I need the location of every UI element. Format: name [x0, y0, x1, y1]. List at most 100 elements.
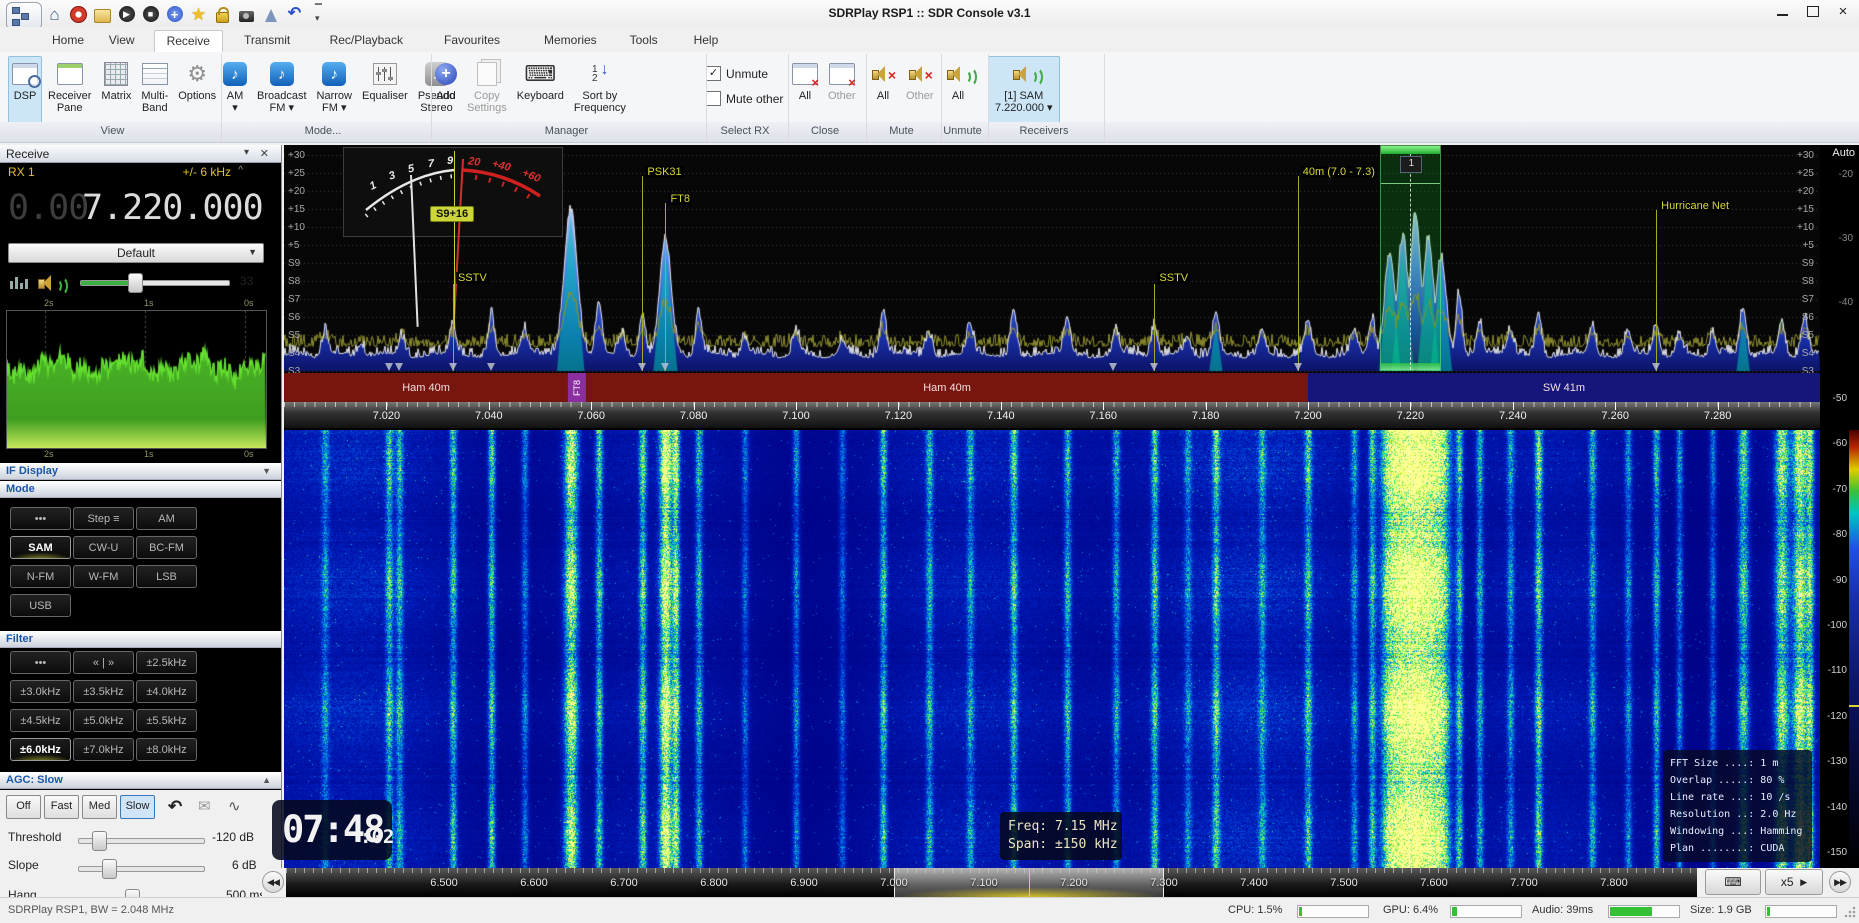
- filter-button-3-5khz[interactable]: ±3.5kHz: [73, 680, 134, 703]
- tab-favourites[interactable]: Favourites: [432, 30, 512, 52]
- filter-button-5-5khz[interactable]: ±5.5kHz: [136, 709, 197, 732]
- ribbon-item-equaliser[interactable]: Equaliser: [358, 56, 412, 126]
- spot-marker-label-ft8[interactable]: FT8: [668, 193, 692, 205]
- envelope-icon[interactable]: ✉: [198, 797, 211, 815]
- tab-memories[interactable]: Memories: [532, 30, 609, 52]
- ribbon-item-receiver-pane[interactable]: Receiver Pane: [44, 56, 95, 126]
- ribbon-item-1-sam[interactable]: [1] SAM7.220.000 ▾: [988, 56, 1060, 126]
- ribbon-item-dsp[interactable]: DSP: [8, 56, 42, 126]
- ribbon-item-copy-settings[interactable]: Copy Settings: [463, 56, 511, 126]
- ribbon-item-am[interactable]: ♪AM ▾: [219, 56, 251, 126]
- volume-slider-thumb[interactable]: [128, 273, 143, 293]
- filter-button-4-5khz[interactable]: ±4.5kHz: [10, 709, 71, 732]
- spot-marker-label-hurricane-net[interactable]: Hurricane Net: [1659, 200, 1731, 212]
- tab-tools[interactable]: Tools: [618, 30, 670, 52]
- panel-close-icon[interactable]: ✕: [260, 147, 269, 160]
- volume-slider[interactable]: [80, 280, 230, 286]
- close-button[interactable]: ×: [1828, 0, 1858, 22]
- filter-button-2-5khz[interactable]: ±2.5kHz: [136, 651, 197, 674]
- maximize-button[interactable]: [1798, 0, 1828, 22]
- undo-agc-icon[interactable]: ↶: [168, 797, 182, 817]
- ribbon-item-narrow-fm[interactable]: ♪Narrow FM ▾: [313, 56, 356, 126]
- ribbon-item-keyboard[interactable]: ⌨Keyboard: [513, 56, 568, 126]
- section-mode[interactable]: Mode: [0, 481, 281, 498]
- filter-button-7-0khz[interactable]: ±7.0kHz: [73, 738, 134, 761]
- mode-button-bc-fm[interactable]: BC-FM: [136, 536, 197, 559]
- filter-button-6-0khz[interactable]: ±6.0kHz: [10, 738, 71, 761]
- band-segment-ft8[interactable]: FT8: [568, 373, 586, 402]
- mode-button-am[interactable]: AM: [136, 507, 197, 530]
- ribbon-item-all[interactable]: ×All: [788, 56, 822, 126]
- rx-selection-box[interactable]: [1380, 145, 1441, 371]
- ribbon-item-other[interactable]: ×Other: [902, 56, 938, 126]
- section-filter[interactable]: Filter: [0, 631, 281, 648]
- band-segment-ham-40m[interactable]: Ham 40m: [586, 373, 1308, 402]
- spot-marker-label-40m-7-0-7-3[interactable]: 40m (7.0 - 7.3): [1301, 166, 1377, 178]
- checkbox-unmute[interactable]: ✓Unmute: [706, 66, 768, 81]
- tab-help[interactable]: Help: [682, 30, 731, 52]
- agc-button-slow[interactable]: Slow: [120, 795, 155, 819]
- mode-button-lsb[interactable]: LSB: [136, 565, 197, 588]
- waterfall-palette-colorbar[interactable]: [1849, 430, 1859, 868]
- agc-button-med[interactable]: Med: [82, 795, 117, 819]
- nav-zoom-button[interactable]: x5 ▶: [1765, 869, 1823, 895]
- section-if-display[interactable]: IF Display▼: [0, 463, 281, 480]
- ribbon-item-sort-by-frequency[interactable]: 1 2Sort by Frequency: [570, 56, 630, 126]
- checkbox-mute-other[interactable]: Mute other: [706, 91, 783, 106]
- mode-button-sam[interactable]: SAM: [10, 536, 71, 559]
- filter-button-3-0khz[interactable]: ±3.0kHz: [10, 680, 71, 703]
- panel-scroll-up-icon[interactable]: ^: [238, 165, 243, 176]
- mode-button-n-fm[interactable]: N-FM: [10, 565, 71, 588]
- ribbon-item-all[interactable]: ×All: [866, 56, 900, 126]
- spot-marker-label-psk31[interactable]: PSK31: [645, 166, 683, 178]
- auto-range-label[interactable]: Auto: [1832, 147, 1855, 159]
- filter-button-4-0khz[interactable]: ±4.0kHz: [136, 680, 197, 703]
- spectrum-frequency-scale[interactable]: 7.0207.0407.0607.0807.1007.1207.1407.160…: [284, 402, 1820, 428]
- slope-slider[interactable]: [78, 866, 205, 872]
- mode-button-cw-u[interactable]: CW-U: [73, 536, 134, 559]
- ribbon-item-broadcast-fm[interactable]: ♪Broadcast FM ▾: [253, 56, 311, 126]
- minimize-button[interactable]: [1767, 0, 1797, 22]
- speaker-icon[interactable]: [36, 272, 62, 294]
- tab-view[interactable]: View: [97, 30, 147, 52]
- mode-button-w-fm[interactable]: W-FM: [73, 565, 134, 588]
- equalizer-bars-icon[interactable]: [10, 275, 28, 289]
- frequency-display[interactable]: 0.00 7.220.000: [0, 182, 281, 240]
- resize-grip[interactable]: [1844, 906, 1856, 918]
- filter-button-5-0khz[interactable]: ±5.0kHz: [73, 709, 134, 732]
- filter-button-[interactable]: •••: [10, 651, 71, 674]
- band-segment-sw-41m[interactable]: SW 41m: [1308, 373, 1820, 402]
- ribbon-item-add[interactable]: +Add: [431, 56, 461, 126]
- ribbon-item-multi-band[interactable]: Multi-Band: [137, 56, 172, 126]
- checked-checkbox-icon[interactable]: ✓: [706, 66, 721, 81]
- tab-home[interactable]: Home: [40, 30, 96, 52]
- agc-button-off[interactable]: Off: [6, 795, 41, 819]
- filter-button-8-0khz[interactable]: ±8.0kHz: [136, 738, 197, 761]
- threshold-thumb[interactable]: [92, 831, 107, 851]
- ribbon-item-all[interactable]: All: [941, 56, 975, 126]
- tab-receive[interactable]: Receive: [154, 30, 223, 52]
- ribbon-item-options[interactable]: ⚙Options: [174, 56, 220, 126]
- band-segment-ham-40m[interactable]: Ham 40m: [284, 373, 568, 402]
- tab-transmit[interactable]: Transmit: [232, 30, 302, 52]
- nav-keyboard-button[interactable]: ⌨: [1705, 869, 1761, 895]
- slope-thumb[interactable]: [102, 859, 117, 879]
- spot-marker-label-sstv[interactable]: SSTV: [456, 272, 489, 284]
- mode-button-[interactable]: •••: [10, 507, 71, 530]
- unchecked-checkbox-icon[interactable]: [706, 91, 721, 106]
- tab-rec-playback[interactable]: Rec/Playback: [318, 30, 415, 52]
- agc-button-fast[interactable]: Fast: [44, 795, 79, 819]
- mode-button-step[interactable]: Step ≡: [73, 507, 134, 530]
- navigator-scale[interactable]: 6.5006.6006.7006.8006.9007.0007.1007.200…: [286, 868, 1697, 897]
- mode-button-usb[interactable]: USB: [10, 594, 71, 617]
- ribbon-item-matrix[interactable]: Matrix: [97, 56, 135, 126]
- agc-graph-icon[interactable]: ∿: [228, 797, 241, 815]
- filter-button-[interactable]: « | »: [73, 651, 134, 674]
- ribbon-item-other[interactable]: ×Other: [824, 56, 860, 126]
- nav-scroll-right-button[interactable]: ▶▶: [1829, 871, 1851, 893]
- panel-menu-icon[interactable]: ▾: [244, 147, 249, 158]
- waterfall-canvas[interactable]: [284, 430, 1820, 868]
- section-agc[interactable]: AGC: Slow▲: [0, 772, 281, 789]
- spot-marker-label-sstv[interactable]: SSTV: [1157, 272, 1190, 284]
- nav-scroll-left-button[interactable]: ◀◀: [262, 871, 284, 893]
